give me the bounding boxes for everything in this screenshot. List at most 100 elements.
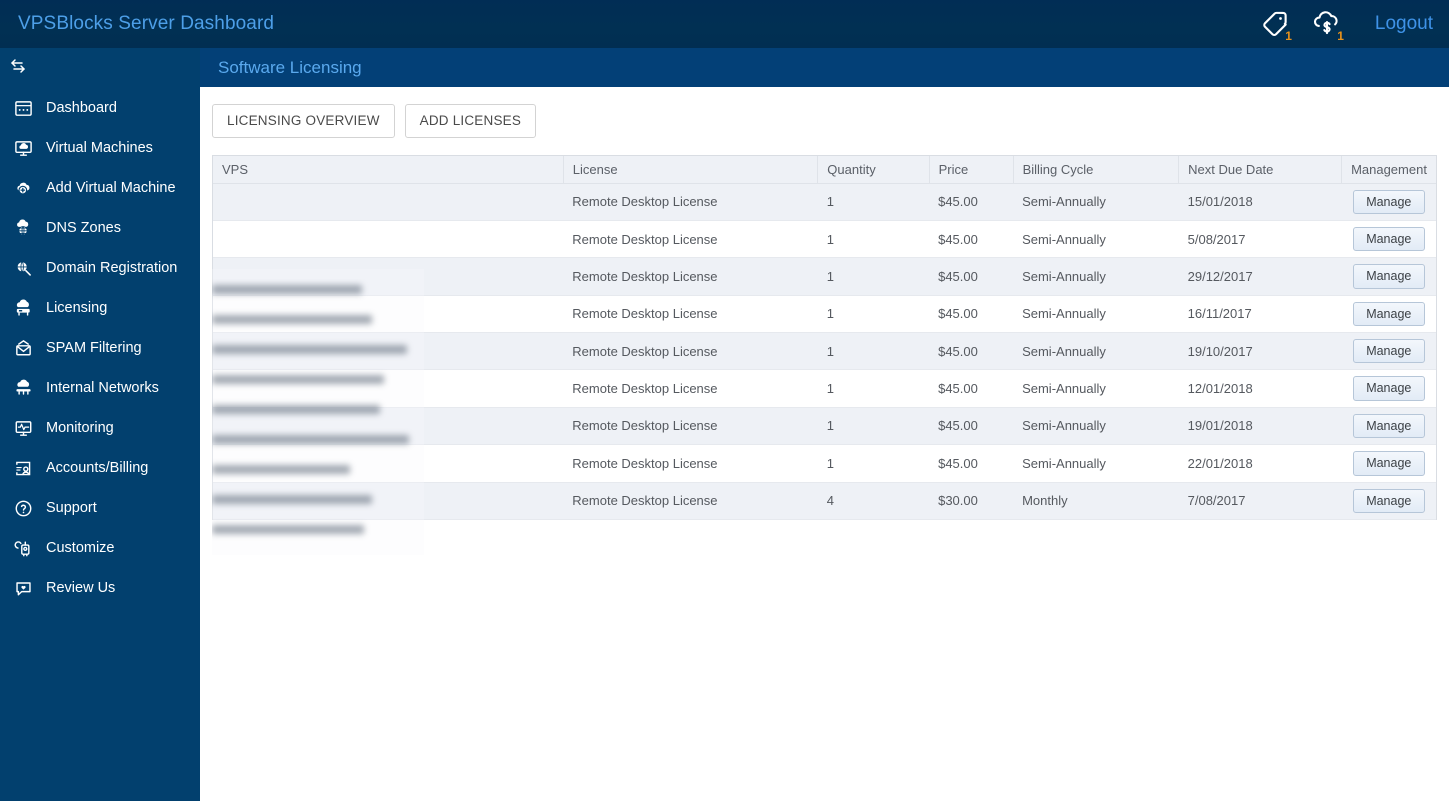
manage-button[interactable]: Manage bbox=[1352, 488, 1425, 513]
sidebar-item-virtual-machines[interactable]: Virtual Machines bbox=[0, 128, 200, 168]
cell-next-due-date: 16/11/2017 bbox=[1178, 295, 1342, 334]
cell-vps bbox=[213, 183, 564, 221]
server-license-icon bbox=[10, 295, 36, 321]
sidebar-item-label: Internal Networks bbox=[46, 380, 159, 396]
network-cloud-icon bbox=[10, 375, 36, 401]
cell-quantity: 1 bbox=[817, 407, 930, 446]
table-header: VPS License Quantity Price Billing Cycle… bbox=[213, 155, 1436, 184]
cell-vps bbox=[213, 257, 564, 296]
table-row: Remote Desktop License 1 $45.00 Semi-Annual… bbox=[213, 332, 1436, 371]
sidebar-item-accounts-billing[interactable]: Accounts/Billing bbox=[0, 448, 200, 488]
main-content: Software Licensing LICENSING OVERVIEW AD… bbox=[200, 48, 1449, 801]
cloud-dollar-icon-button[interactable]: 1 bbox=[1301, 0, 1353, 48]
column-header-price[interactable]: Price bbox=[929, 155, 1014, 184]
manage-button[interactable]: Manage bbox=[1352, 264, 1425, 289]
sidebar-item-dashboard[interactable]: Dashboard bbox=[0, 88, 200, 128]
cell-license: Remote Desktop License bbox=[563, 369, 818, 408]
cell-billing-cycle: Semi-Annually bbox=[1013, 220, 1179, 259]
cell-next-due-date: 29/12/2017 bbox=[1178, 257, 1342, 296]
column-header-management[interactable]: Management bbox=[1341, 155, 1436, 184]
heartbeat-monitor-icon bbox=[10, 415, 36, 441]
cell-quantity: 1 bbox=[817, 295, 930, 334]
cell-management: Manage bbox=[1341, 295, 1436, 334]
sidebar-item-domain-registration[interactable]: Domain Registration bbox=[0, 248, 200, 288]
licensing-table-container: VPS License Quantity Price Billing Cycle… bbox=[212, 154, 1437, 520]
cell-license: Remote Desktop License bbox=[563, 183, 818, 221]
licensing-overview-button[interactable]: LICENSING OVERVIEW bbox=[212, 104, 395, 138]
sidebar-item-licensing[interactable]: Licensing bbox=[0, 288, 200, 328]
cell-license: Remote Desktop License bbox=[563, 482, 818, 520]
cell-quantity: 4 bbox=[817, 482, 930, 520]
manage-button[interactable]: Manage bbox=[1352, 413, 1425, 439]
top-bar-actions: 1 1 Logout bbox=[1249, 0, 1449, 48]
sidebar-item-monitoring[interactable]: Monitoring bbox=[0, 408, 200, 448]
content-area: LICENSING OVERVIEW ADD LICENSES VPS Lice… bbox=[200, 87, 1449, 801]
cell-license: Remote Desktop License bbox=[563, 257, 818, 296]
column-header-vps[interactable]: VPS bbox=[213, 155, 564, 184]
cloud-plus-icon bbox=[10, 175, 36, 201]
manage-button[interactable]: Manage bbox=[1352, 189, 1425, 214]
add-licenses-button[interactable]: ADD LICENSES bbox=[404, 104, 537, 138]
cell-management: Manage bbox=[1341, 220, 1436, 259]
manage-button[interactable]: Manage bbox=[1352, 226, 1425, 252]
cell-vps bbox=[213, 369, 564, 408]
mail-filter-icon bbox=[10, 335, 36, 361]
cell-next-due-date: 12/01/2018 bbox=[1178, 369, 1342, 408]
cell-quantity: 1 bbox=[817, 369, 930, 408]
manage-button[interactable]: Manage bbox=[1352, 451, 1425, 476]
column-header-next-due-date[interactable]: Next Due Date bbox=[1178, 155, 1343, 184]
app-title: VPSBlocks Server Dashboard bbox=[18, 13, 275, 34]
sidebar-item-support[interactable]: Support bbox=[0, 488, 200, 528]
cell-price: $45.00 bbox=[929, 407, 1014, 446]
cell-billing-cycle: Semi-Annually bbox=[1013, 257, 1179, 296]
tag-icon-button[interactable]: 1 bbox=[1249, 0, 1301, 48]
column-header-license[interactable]: License bbox=[563, 155, 819, 184]
redacted-vps-name bbox=[212, 525, 364, 534]
cell-price: $45.00 bbox=[929, 444, 1014, 483]
cell-management: Manage bbox=[1341, 444, 1436, 483]
cell-quantity: 1 bbox=[817, 220, 930, 259]
table-row: Remote Desktop License 1 $45.00 Semi-Annual… bbox=[213, 183, 1436, 221]
sidebar-toggle-button[interactable] bbox=[0, 48, 200, 88]
table-body: Remote Desktop License 1 $45.00 Semi-Annual… bbox=[213, 183, 1436, 520]
cell-billing-cycle: Semi-Annually bbox=[1013, 183, 1179, 221]
page-title: Software Licensing bbox=[218, 57, 362, 77]
dashboard-icon bbox=[10, 95, 36, 121]
cell-vps bbox=[213, 444, 564, 483]
sidebar-item-label: SPAM Filtering bbox=[46, 340, 142, 356]
logout-link[interactable]: Logout bbox=[1375, 13, 1433, 35]
cell-license: Remote Desktop License bbox=[563, 407, 818, 446]
sidebar-item-review-us[interactable]: Review Us bbox=[0, 568, 200, 608]
table-row: Remote Desktop License 1 $45.00 Semi-Annual… bbox=[213, 369, 1436, 408]
column-header-billing-cycle[interactable]: Billing Cycle bbox=[1013, 155, 1180, 184]
manage-button[interactable]: Manage bbox=[1352, 339, 1425, 364]
sidebar-item-add-virtual-machine[interactable]: Add Virtual Machine bbox=[0, 168, 200, 208]
cloud-dollar-badge-count: 1 bbox=[1337, 29, 1344, 43]
table-header-row: VPS License Quantity Price Billing Cycle… bbox=[213, 155, 1436, 184]
sidebar-item-label: Support bbox=[46, 500, 97, 516]
cell-billing-cycle: Semi-Annually bbox=[1013, 407, 1179, 446]
chat-heart-icon bbox=[10, 575, 36, 601]
sidebar-item-dns-zones[interactable]: DNS Zones bbox=[0, 208, 200, 248]
table-row: Remote Desktop License 1 $45.00 Semi-Annual… bbox=[213, 444, 1436, 483]
manage-button[interactable]: Manage bbox=[1352, 376, 1425, 401]
cell-vps bbox=[213, 295, 564, 334]
sidebar-item-label: Dashboard bbox=[46, 100, 117, 116]
cell-management: Manage bbox=[1341, 369, 1436, 408]
sidebar-item-label: Virtual Machines bbox=[46, 140, 153, 156]
sidebar: Dashboard Virtual Machines Add Virtual M… bbox=[0, 48, 200, 801]
column-header-quantity[interactable]: Quantity bbox=[817, 155, 930, 184]
sidebar-item-customize[interactable]: Customize bbox=[0, 528, 200, 568]
tag-badge-count: 1 bbox=[1285, 29, 1292, 43]
page-header-bar: Software Licensing bbox=[200, 48, 1449, 87]
cell-billing-cycle: Semi-Annually bbox=[1013, 332, 1179, 371]
manage-button[interactable]: Manage bbox=[1352, 301, 1425, 326]
sidebar-item-spam-filtering[interactable]: SPAM Filtering bbox=[0, 328, 200, 368]
table-row: Remote Desktop License 1 $45.00 Semi-Annual… bbox=[213, 220, 1436, 259]
cell-license: Remote Desktop License bbox=[563, 444, 818, 483]
globe-cloud-icon bbox=[10, 215, 36, 241]
sidebar-item-internal-networks[interactable]: Internal Networks bbox=[0, 368, 200, 408]
toolbar: LICENSING OVERVIEW ADD LICENSES bbox=[200, 87, 1449, 138]
cell-price: $45.00 bbox=[929, 220, 1014, 259]
cell-price: $45.00 bbox=[929, 183, 1014, 221]
